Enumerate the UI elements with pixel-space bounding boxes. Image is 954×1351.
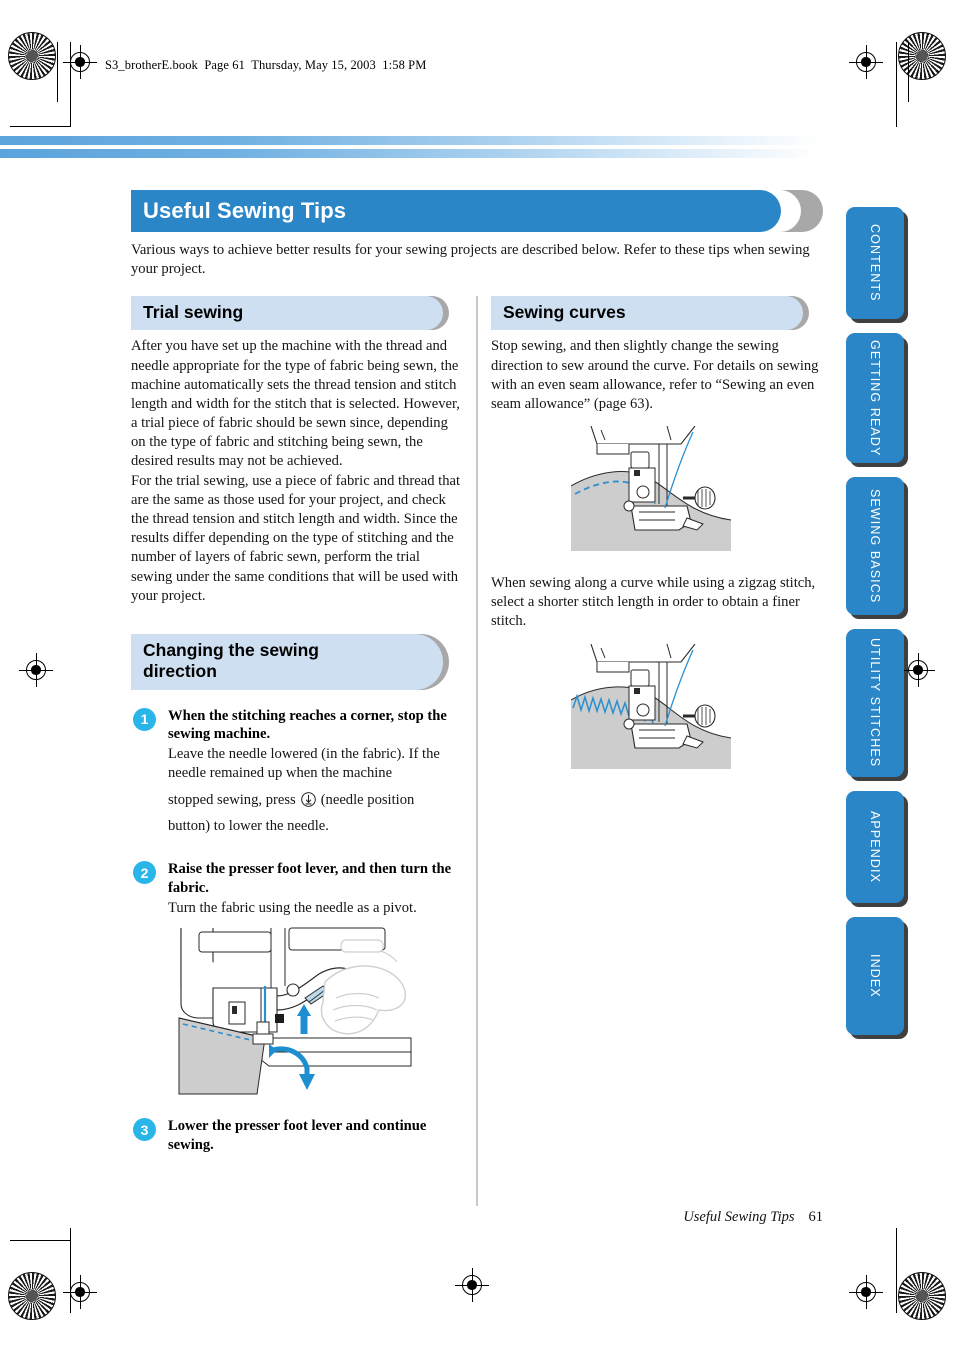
page-title: Useful Sewing Tips [143, 198, 347, 223]
registration-target-right-mid [901, 653, 935, 687]
section-header-sewing-curves: Sewing curves [491, 296, 809, 331]
registration-target-top-right [849, 45, 883, 79]
registration-rosette-topright [898, 32, 946, 80]
section-title-trial-sewing: Trial sewing [143, 302, 244, 322]
top-gradient-bar-1 [0, 136, 820, 145]
tab-label: SEWING BASICS [868, 488, 882, 604]
step-body: Turn the fabric using the needle as a pi… [168, 899, 417, 916]
footer-page-number: 61 [808, 1209, 824, 1225]
sidebar-item-utility-stitches[interactable]: UTILITY STITCHES [846, 629, 904, 777]
illustration-turn-fabric [173, 926, 461, 1101]
crop-line-left-vertical-lower [57, 92, 58, 100]
section-header-trial-sewing: Trial sewing [131, 296, 449, 331]
decorative-top-bars [0, 136, 820, 158]
step-number-badge: 3 [133, 1118, 156, 1142]
tab-label: APPENDIX [868, 810, 882, 883]
step-number-badge: 2 [133, 861, 156, 885]
section-bar: Changing the sewing direction [131, 633, 443, 690]
step1-body-part2: stopped sewing, press [168, 791, 296, 808]
step-body: Leave the needle lowered (in the fabric)… [168, 745, 461, 840]
crop-line-bottom-right-vertical [896, 1228, 897, 1313]
crop-line-right-vertical [896, 42, 897, 127]
needle-position-button-icon [300, 791, 317, 808]
column-divider [476, 296, 478, 1206]
step-title: Lower the presser foot lever and continu… [168, 1118, 427, 1153]
section-title-changing-direction: Changing the sewing direction [143, 639, 319, 682]
registration-rosette-bottomright [898, 1272, 946, 1320]
step-item-1: 1 When the stitching reaches a corner, s… [131, 707, 461, 841]
file-header-line: S3_brotherE.book Page 61 Thursday, May 1… [105, 58, 427, 72]
sewing-curves-paragraph-2: When sewing along a curve while using a … [491, 575, 816, 630]
illustration-curved-seam [570, 425, 823, 556]
illustration-zigzag-curve [570, 643, 823, 774]
registration-rosette-topleft [8, 32, 56, 80]
page-title-banner: Useful Sewing Tips [131, 190, 823, 232]
page-footer: Useful Sewing Tips 61 [683, 1209, 823, 1226]
sidebar-item-index[interactable]: INDEX [846, 917, 904, 1035]
side-tab-navigation: CONTENTS GETTING READY SEWING BASICS UTI… [846, 207, 908, 1049]
step-item-2: 2 Raise the presser foot lever, and then… [131, 860, 461, 918]
trial-sewing-paragraph-2: For the trial sewing, use a piece of fab… [131, 472, 461, 604]
tab-label: GETTING READY [868, 339, 882, 457]
registration-target-bottom-left [63, 1275, 97, 1309]
step-number-badge: 1 [133, 707, 156, 731]
section-bar: Trial sewing [131, 296, 443, 331]
step-title: When the stitching reaches a corner, sto… [168, 707, 447, 743]
sewing-curves-paragraph-1: Stop sewing, and then slightly change th… [491, 338, 819, 412]
registration-target-left-mid [19, 653, 53, 687]
trial-sewing-paragraph-1: After you have set up the machine with t… [131, 338, 460, 470]
registration-rosette-bottomleft [8, 1272, 56, 1320]
step1-body-part1: Leave the needle lowered (in the fabric)… [168, 746, 440, 782]
tab-label: UTILITY STITCHES [868, 638, 882, 768]
sidebar-item-contents[interactable]: CONTENTS [846, 207, 904, 319]
step1-body-part3: (needle position [320, 791, 415, 808]
crop-line-right-vertical-outer [908, 42, 909, 102]
right-column: Sewing curves Stop sewing, and then slig… [491, 296, 823, 774]
registration-target-bottom-center [455, 1268, 489, 1302]
section-title-sewing-curves: Sewing curves [503, 302, 626, 322]
section-header-changing-direction: Changing the sewing direction [131, 633, 449, 690]
footer-section-title: Useful Sewing Tips [683, 1209, 795, 1225]
tab-label: CONTENTS [868, 224, 882, 302]
step1-body-part4: button) to lower the needle. [168, 818, 329, 835]
registration-target-bottom-right [849, 1275, 883, 1309]
registration-target-top-left [63, 45, 97, 79]
crop-line-bottom-left-vertical [70, 1228, 71, 1313]
left-column: Trial sewing After you have set up the m… [131, 296, 461, 1154]
sidebar-item-sewing-basics[interactable]: SEWING BASICS [846, 477, 904, 615]
sidebar-item-getting-ready[interactable]: GETTING READY [846, 333, 904, 463]
intro-paragraph: Various ways to achieve better results f… [131, 242, 810, 278]
tab-label: INDEX [868, 954, 882, 998]
section-bar: Sewing curves [491, 296, 803, 331]
crop-line-top-horizontal [10, 126, 70, 127]
top-gradient-bar-2 [0, 149, 820, 158]
step-item-3: 3 Lower the presser foot lever and conti… [131, 1117, 461, 1154]
step-title: Raise the presser foot lever, and then t… [168, 861, 452, 897]
crop-line-inner-vertical [70, 42, 71, 127]
sidebar-item-appendix[interactable]: APPENDIX [846, 791, 904, 903]
crop-line-bottom-horizontal [10, 1240, 70, 1241]
